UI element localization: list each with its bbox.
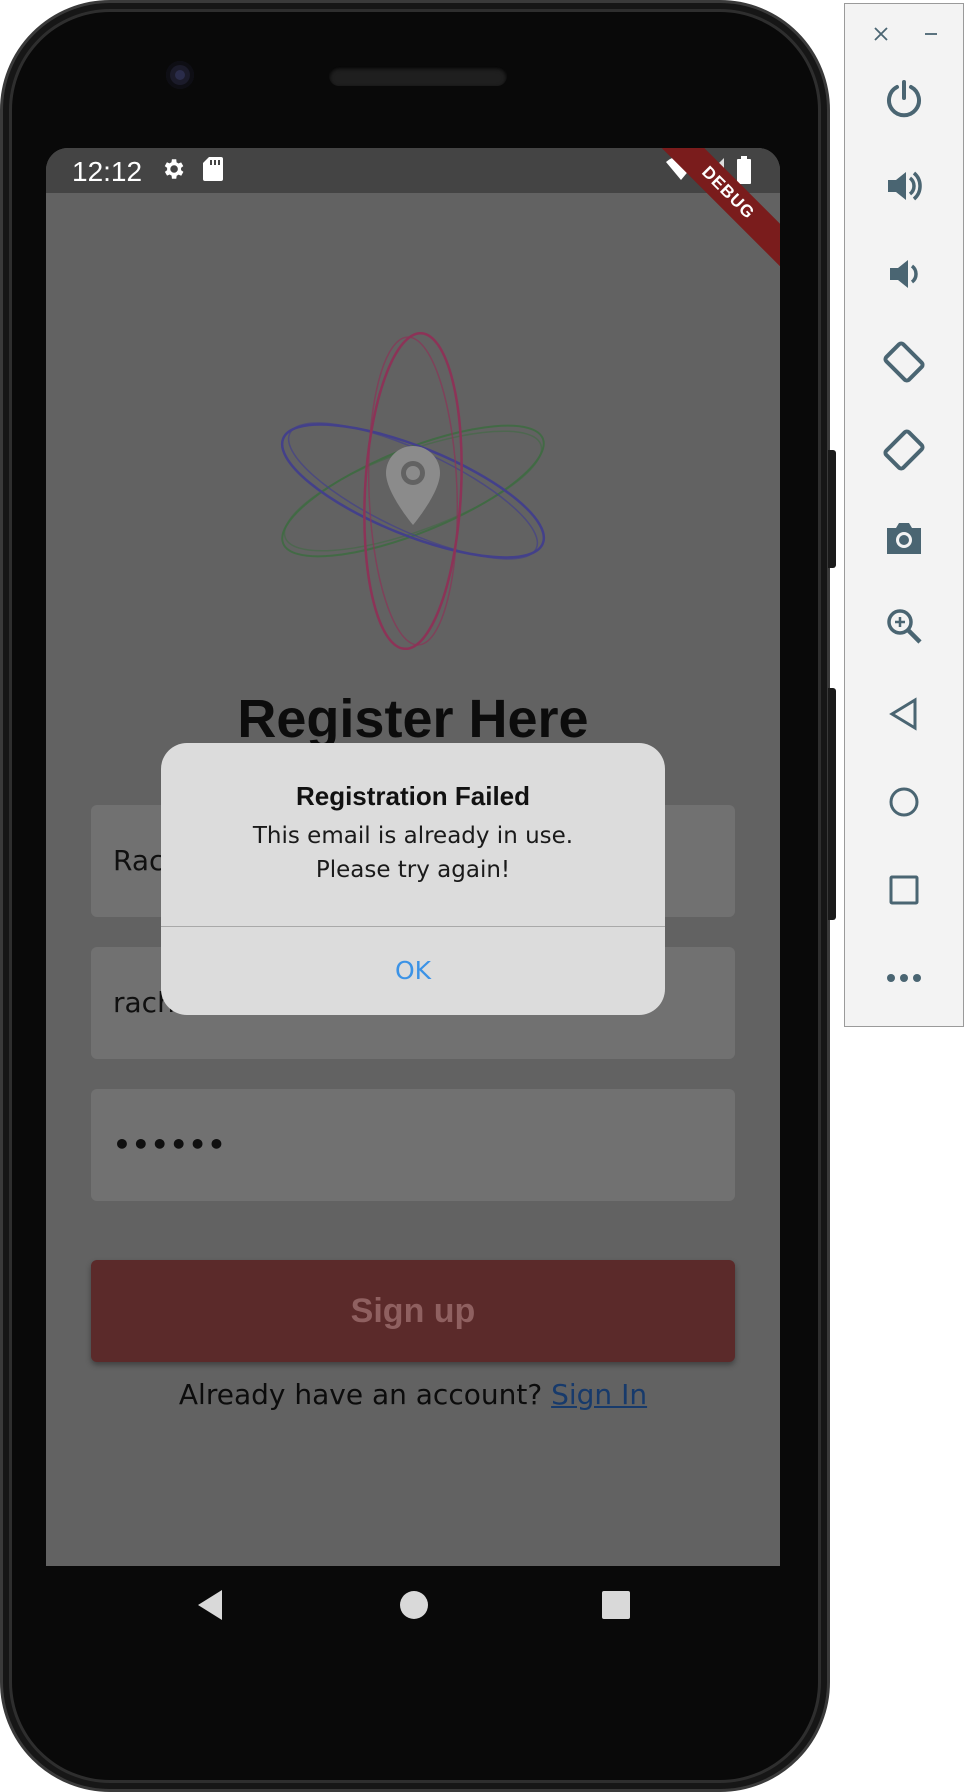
nav-home-icon[interactable] — [398, 1588, 430, 1626]
rotate-left-icon[interactable] — [845, 334, 963, 390]
account-prompt-text: Already have an account? — [178, 1378, 543, 1411]
camera-icon[interactable] — [845, 510, 963, 566]
page-title: Register Here — [237, 689, 589, 749]
close-icon[interactable] — [861, 16, 901, 52]
volume-down-icon[interactable] — [845, 246, 963, 302]
volume-up-icon[interactable] — [845, 158, 963, 214]
zoom-icon[interactable] — [845, 598, 963, 654]
sign-in-link[interactable]: Sign In — [551, 1378, 647, 1411]
nav-overview-icon[interactable] — [600, 1588, 632, 1626]
sd-card-icon — [202, 156, 224, 187]
sign-up-button[interactable]: Sign up — [91, 1260, 735, 1362]
dialog-title: Registration Failed — [295, 781, 531, 811]
nav-back-icon[interactable] — [194, 1588, 224, 1626]
earpiece-speaker — [329, 66, 507, 86]
rotate-right-icon[interactable] — [845, 422, 963, 478]
more-icon[interactable] — [845, 950, 963, 1006]
sign-in-prompt: Already have an account? Sign In — [46, 1378, 780, 1411]
settings-gear-icon — [160, 156, 186, 187]
status-time: 12:12 — [72, 156, 143, 187]
registration-failed-dialog: Registration Failed This email is alread… — [161, 743, 665, 1015]
home-icon[interactable] — [845, 774, 963, 830]
power-icon[interactable] — [845, 70, 963, 126]
minimize-icon[interactable] — [911, 16, 951, 52]
app-screen: 12:12 DEBUG Register Here Rac rach •••••… — [46, 148, 780, 1566]
back-icon[interactable] — [845, 686, 963, 742]
dialog-ok-button[interactable]: OK — [161, 927, 665, 1015]
dialog-message-line1: This email is already in use. — [252, 823, 574, 849]
power-side-button — [828, 450, 836, 568]
front-camera-icon — [166, 61, 194, 89]
overview-icon[interactable] — [845, 862, 963, 918]
emulator-toolbar — [844, 3, 964, 1027]
volume-side-button — [828, 688, 836, 920]
android-navigation-bar — [46, 1566, 780, 1656]
app-logo-orbit-icon — [280, 331, 546, 651]
dialog-message-line2: Please try again! — [315, 857, 511, 883]
password-input[interactable]: •••••• — [91, 1089, 735, 1201]
